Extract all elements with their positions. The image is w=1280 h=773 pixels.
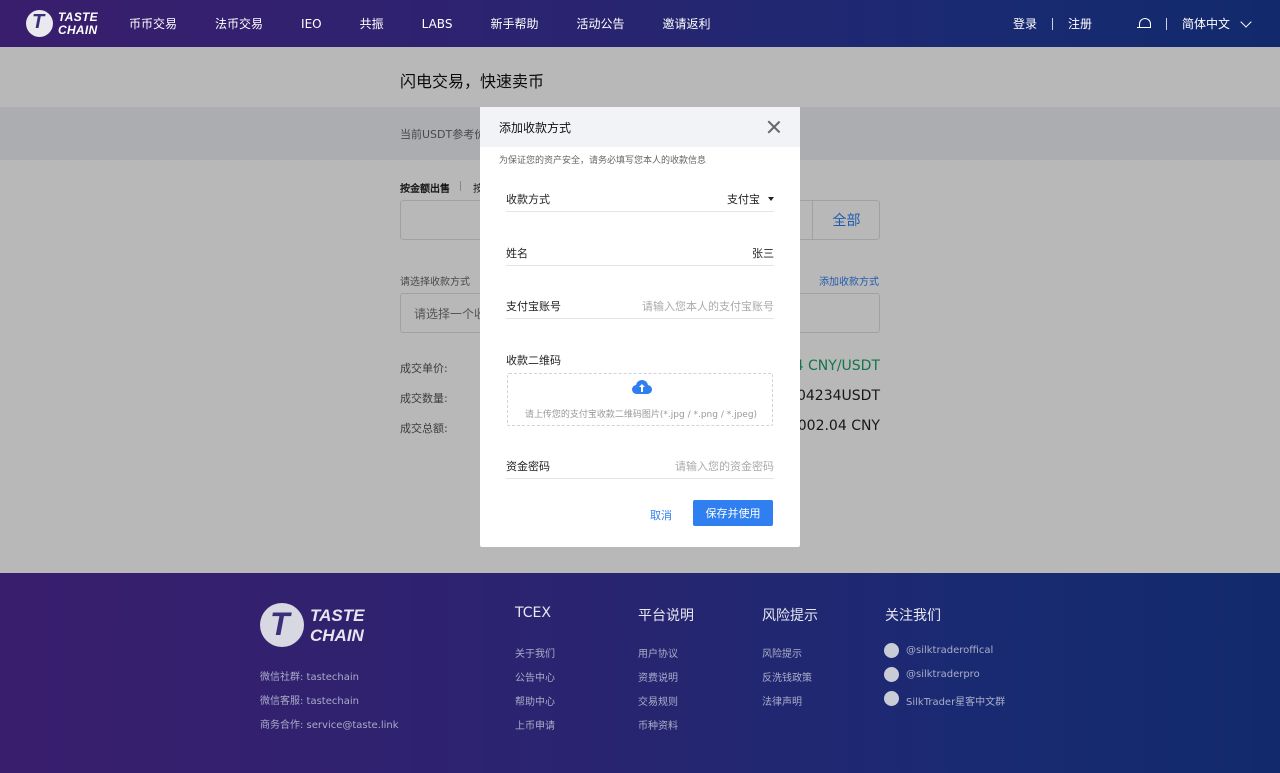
logo-mark-icon xyxy=(26,10,53,37)
footer-link-coin-info[interactable]: 币种资料 xyxy=(638,717,678,732)
footer-link-aml-policy[interactable]: 反洗钱政策 xyxy=(762,669,812,684)
footer-logo-icon xyxy=(260,603,304,647)
alipay-account-input[interactable]: 请输入您本人的支付宝账号 xyxy=(642,298,774,314)
footer-social-pro[interactable]: @silktraderpro xyxy=(906,669,980,680)
logo[interactable]: TASTE CHAIN xyxy=(26,10,98,37)
footer-logo-text: TASTE CHAIN xyxy=(310,606,365,645)
cancel-button[interactable]: 取消 xyxy=(650,507,672,523)
nav-item-help[interactable]: 新手帮助 xyxy=(490,15,538,32)
footer-col-title-tcex: TCEX xyxy=(515,605,551,621)
register-link[interactable]: 注册 xyxy=(1068,15,1092,32)
name-field-label: 姓名 xyxy=(506,247,528,260)
footer-link-fees[interactable]: 资费说明 xyxy=(638,669,678,684)
footer-link-help-center[interactable]: 帮助中心 xyxy=(515,693,555,708)
qr-upload-area[interactable]: 请上传您的支付宝收款二维码图片(*.jpg / *.png / *.jpeg) xyxy=(507,373,773,426)
footer-link-listing[interactable]: 上币申请 xyxy=(515,717,555,732)
payment-method-field[interactable]: 收款方式 支付宝 xyxy=(506,188,774,212)
footer-social-official[interactable]: @silktraderoffical xyxy=(906,645,993,656)
dialog-notice: 为保证您的资产安全，请务必填写您本人的收款信息 xyxy=(499,156,707,166)
footer-social-cn-group[interactable]: SilkTrader星客中文群 xyxy=(906,693,1005,708)
divider xyxy=(1051,17,1053,30)
logo-text: TASTE CHAIN xyxy=(58,9,98,37)
main-nav: 币币交易 法币交易 IEO 共振 LABS 新手帮助 活动公告 邀请返利 xyxy=(129,0,748,47)
footer-link-about[interactable]: 关于我们 xyxy=(515,645,555,660)
footer-col-title-follow: 关注我们 xyxy=(885,608,941,624)
footer-col-title-risk: 风险提示 xyxy=(762,608,818,624)
nav-item-ieo[interactable]: IEO xyxy=(301,17,322,31)
fund-password-input[interactable]: 请输入您的资金密码 xyxy=(675,458,774,474)
footer-wechat-group: 微信社群: tastechain xyxy=(260,672,359,683)
nav-item-fiat-trade[interactable]: 法币交易 xyxy=(215,15,263,32)
payment-method-dropdown[interactable]: 支付宝 xyxy=(727,191,774,207)
alipay-account-label: 支付宝账号 xyxy=(506,300,561,313)
payment-method-value: 支付宝 xyxy=(727,193,760,206)
social-icon[interactable] xyxy=(884,643,899,658)
name-field[interactable]: 姓名 张三 xyxy=(506,242,774,266)
nav-item-resonance[interactable]: 共振 xyxy=(360,15,384,32)
footer-wechat-service: 微信客服: tastechain xyxy=(260,696,359,707)
social-icon[interactable] xyxy=(884,691,899,706)
footer-link-trading-rules[interactable]: 交易规则 xyxy=(638,693,678,708)
bell-icon[interactable] xyxy=(1136,17,1151,31)
social-icon[interactable] xyxy=(884,667,899,682)
cloud-upload-icon xyxy=(632,380,652,394)
language-select[interactable]: 简体中文 xyxy=(1182,15,1230,32)
add-payment-method-dialog: 添加收款方式 为保证您的资产安全，请务必填写您本人的收款信息 收款方式 支付宝 … xyxy=(480,107,800,547)
footer-link-user-agreement[interactable]: 用户协议 xyxy=(638,645,678,660)
nav-item-announcements[interactable]: 活动公告 xyxy=(576,15,624,32)
close-icon[interactable] xyxy=(767,120,781,134)
divider xyxy=(1165,17,1167,30)
upload-hint: 请上传您的支付宝收款二维码图片(*.jpg / *.png / *.jpeg) xyxy=(524,410,758,420)
fund-password-field[interactable]: 资金密码 请输入您的资金密码 xyxy=(506,455,774,479)
footer-link-risk-warning[interactable]: 风险提示 xyxy=(762,645,802,660)
footer-link-announcements[interactable]: 公告中心 xyxy=(515,669,555,684)
caret-down-icon xyxy=(768,197,774,201)
nav-item-coin-trade[interactable]: 币币交易 xyxy=(129,15,177,32)
footer-business-contact: 商务合作: service@taste.link xyxy=(260,720,399,731)
chevron-down-icon[interactable] xyxy=(1240,15,1252,28)
qr-code-label: 收款二维码 xyxy=(506,354,561,367)
header-actions: 登录 注册 简体中文 xyxy=(1013,0,1252,47)
footer: TASTE CHAIN 微信社群: tastechain 微信客服: taste… xyxy=(0,573,1280,773)
login-link[interactable]: 登录 xyxy=(1013,15,1037,32)
nav-item-labs[interactable]: LABS xyxy=(422,17,453,31)
top-navbar: TASTE CHAIN 币币交易 法币交易 IEO 共振 LABS 新手帮助 活… xyxy=(0,0,1280,47)
save-and-use-button[interactable]: 保存并使用 xyxy=(693,500,773,526)
name-value[interactable]: 张三 xyxy=(752,245,774,261)
alipay-account-field[interactable]: 支付宝账号 请输入您本人的支付宝账号 xyxy=(506,295,774,319)
footer-link-legal[interactable]: 法律声明 xyxy=(762,693,802,708)
payment-method-field-label: 收款方式 xyxy=(506,193,550,206)
nav-item-referral[interactable]: 邀请返利 xyxy=(662,15,710,32)
dialog-title: 添加收款方式 xyxy=(480,107,800,147)
footer-col-title-platform: 平台说明 xyxy=(638,608,694,624)
fund-password-label: 资金密码 xyxy=(506,460,550,473)
